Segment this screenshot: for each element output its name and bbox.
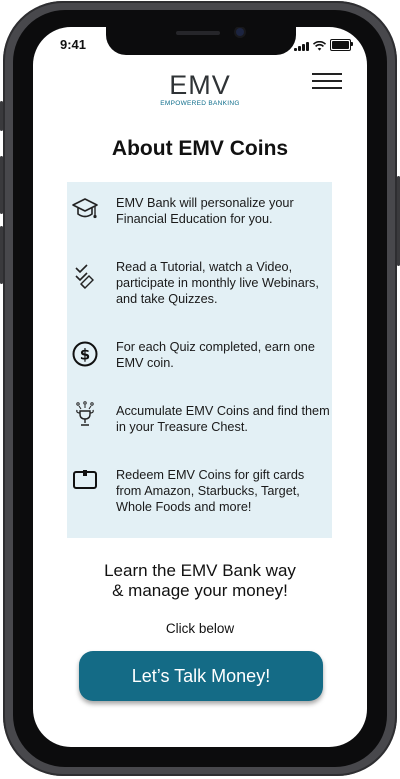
hamburger-menu-icon[interactable] bbox=[312, 71, 342, 91]
battery-icon bbox=[330, 39, 353, 51]
silent-switch bbox=[0, 101, 3, 131]
trophy-icon bbox=[76, 401, 94, 426]
graduation-cap-icon bbox=[72, 198, 98, 219]
tagline-line-2: & manage your money! bbox=[112, 581, 288, 600]
tagline-line-1: Learn the EMV Bank way bbox=[104, 561, 296, 580]
step-text: Read a Tutorial, watch a Video, particip… bbox=[116, 260, 319, 306]
checklist-icon bbox=[75, 264, 94, 289]
wifi-icon bbox=[313, 41, 326, 51]
emv-logo[interactable]: EMV EMPOWERED BANKING bbox=[157, 71, 243, 107]
volume-up-button bbox=[0, 156, 3, 214]
svg-text:$: $ bbox=[80, 346, 90, 364]
cta-hint: Click below bbox=[165, 621, 235, 636]
status-time: 9:41 bbox=[60, 37, 87, 52]
info-panel: EMV Bank will personalize your Financial… bbox=[67, 182, 332, 538]
page-title: About EMV Coins bbox=[111, 137, 289, 160]
step-text: EMV Bank will personalize your Financial… bbox=[116, 196, 294, 226]
notch bbox=[106, 27, 296, 55]
front-camera bbox=[236, 28, 244, 36]
tagline: Learn the EMV Bank way & manage your mon… bbox=[33, 561, 367, 601]
gift-card-icon bbox=[73, 470, 97, 489]
app-screen: 9:41 EMV EMPOWERED BANKING About EMV Coi… bbox=[33, 27, 367, 747]
dollar-coin-icon: $ bbox=[72, 341, 98, 367]
lets-talk-money-button[interactable]: Let’s Talk Money! bbox=[79, 651, 323, 701]
step-text: For each Quiz completed, earn one EMV co… bbox=[116, 340, 315, 370]
step-text: Redeem EMV Coins for gift cards from Ama… bbox=[116, 468, 305, 514]
cellular-signal-icon bbox=[294, 41, 309, 51]
speaker bbox=[176, 31, 220, 35]
volume-down-button bbox=[0, 226, 3, 284]
logo-tagline: EMPOWERED BANKING bbox=[160, 100, 240, 107]
step-text: Accumulate EMV Coins and find them in yo… bbox=[116, 404, 330, 434]
status-icons bbox=[294, 39, 353, 51]
logo-text: EMV bbox=[169, 70, 231, 100]
